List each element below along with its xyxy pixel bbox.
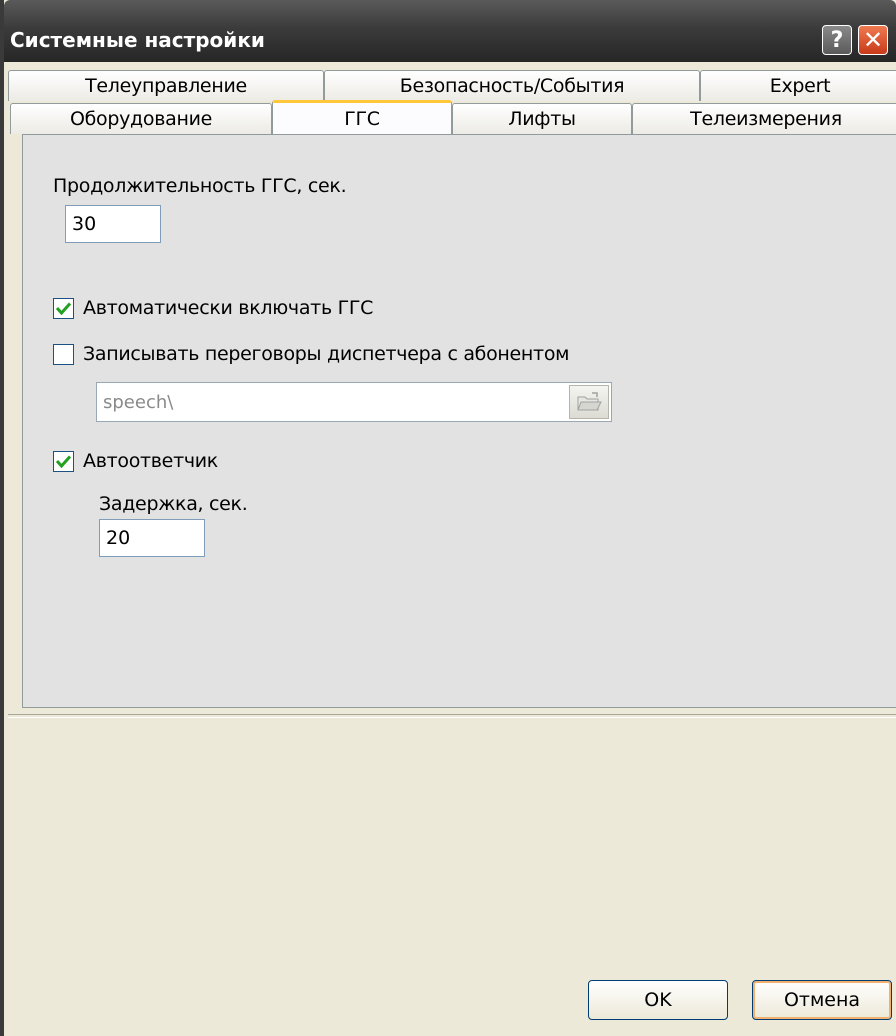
tab-ggs[interactable]: ГГС — [272, 100, 452, 134]
duration-input[interactable]: 30 — [65, 205, 161, 243]
ok-button[interactable]: OK — [588, 980, 728, 1020]
record-checkbox[interactable] — [53, 344, 74, 365]
auto-enable-label[interactable]: Автоматически включать ГГС — [83, 297, 373, 319]
help-icon[interactable]: ? — [822, 25, 852, 55]
tab-equipment[interactable]: Оборудование — [10, 103, 272, 134]
record-path-field: speech\ — [96, 382, 612, 422]
delay-label: Задержка, сек. — [99, 493, 248, 515]
browse-folder-button — [569, 385, 609, 419]
checkmark-icon — [56, 302, 71, 315]
tab-lifts[interactable]: Лифты — [452, 103, 632, 134]
record-label[interactable]: Записывать переговоры диспетчера с абоне… — [83, 343, 569, 365]
cancel-button[interactable]: Отмена — [752, 980, 892, 1020]
answering-label[interactable]: Автоответчик — [83, 450, 218, 472]
tab-telemetry[interactable]: Телеизмерения — [632, 103, 896, 134]
answering-checkbox[interactable] — [53, 451, 74, 472]
settings-window: Системные настройки ? ✕ Телеуправление Б… — [0, 0, 896, 1036]
auto-enable-checkbox[interactable] — [53, 298, 74, 319]
checkmark-icon — [56, 455, 71, 468]
tab-teleupravlenie[interactable]: Телеуправление — [8, 70, 324, 101]
folder-open-icon — [577, 392, 602, 411]
tab-security-events[interactable]: Безопасность/События — [324, 70, 700, 101]
close-icon[interactable]: ✕ — [858, 25, 888, 55]
title-bar[interactable]: Системные настройки ? ✕ — [4, 0, 896, 62]
duration-label: Продолжительность ГГС, сек. — [53, 175, 347, 197]
window-title: Системные настройки — [10, 28, 265, 52]
record-path-value: speech\ — [103, 392, 174, 413]
tab-expert[interactable]: Expert — [700, 70, 896, 101]
separator — [8, 714, 896, 718]
delay-input[interactable]: 20 — [99, 519, 205, 557]
